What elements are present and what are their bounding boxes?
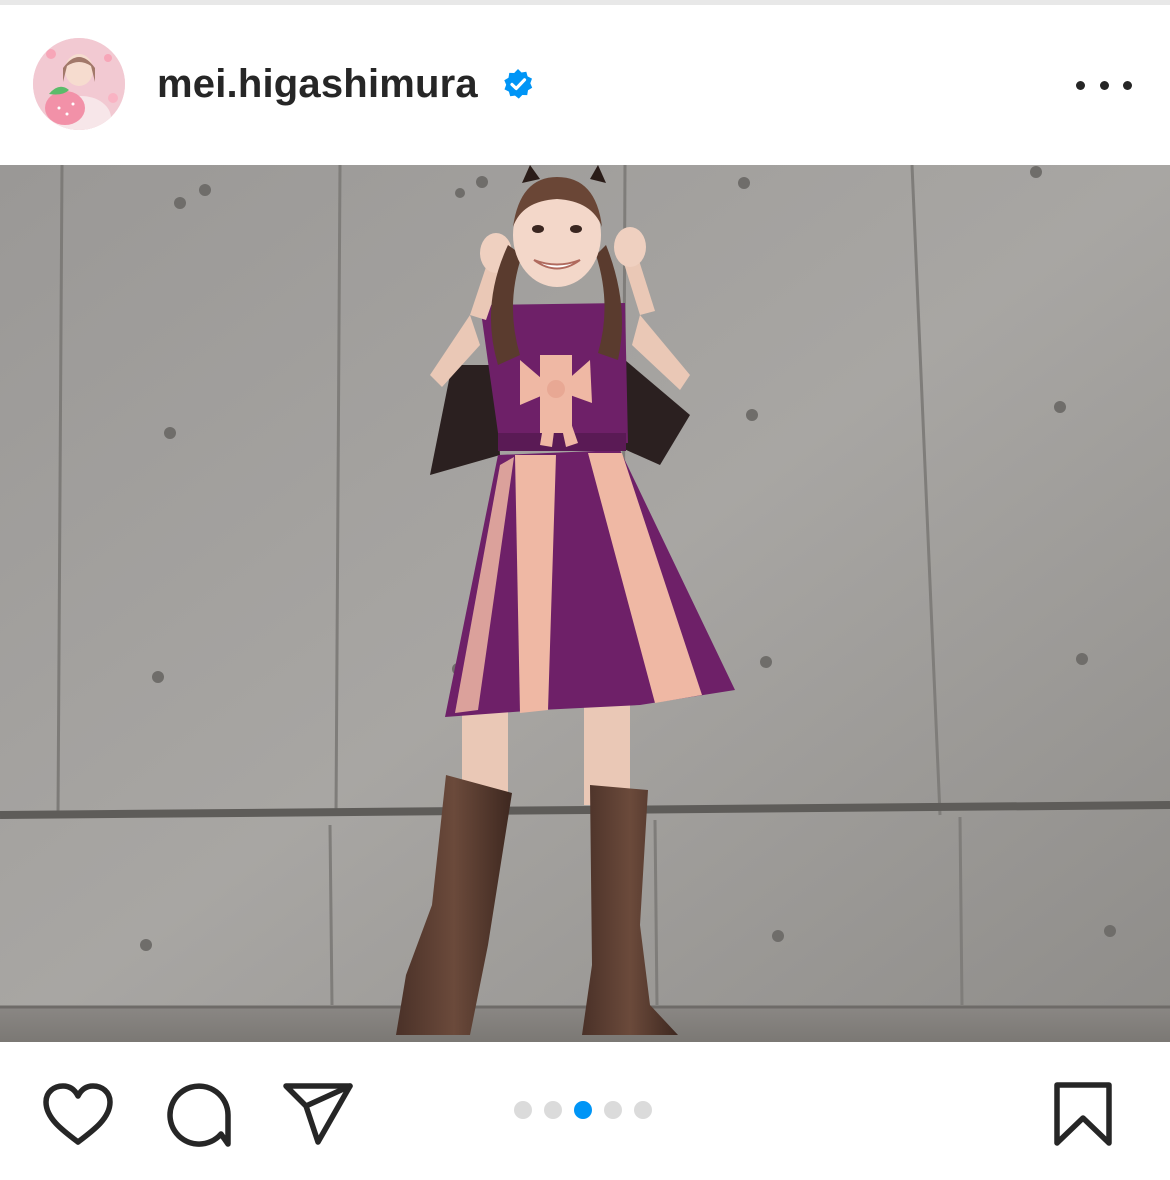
verified-badge-icon xyxy=(502,68,534,100)
more-options-button[interactable] xyxy=(1076,65,1132,105)
carousel-dots xyxy=(514,1101,652,1119)
action-bar xyxy=(0,1042,1170,1180)
post-header: mei.higashimura xyxy=(0,5,1170,165)
save-button[interactable] xyxy=(1052,1080,1114,1148)
profile-avatar[interactable] xyxy=(33,38,125,130)
like-button[interactable] xyxy=(42,1082,114,1148)
carousel-dot[interactable] xyxy=(604,1101,622,1119)
heart-icon xyxy=(43,1083,113,1145)
bookmark-icon xyxy=(1054,1082,1112,1146)
more-options-icon xyxy=(1123,80,1132,90)
paper-plane-icon xyxy=(283,1083,353,1145)
carousel-dot[interactable] xyxy=(514,1101,532,1119)
instagram-post: mei.higashimura xyxy=(0,0,1170,1180)
share-button[interactable] xyxy=(282,1082,354,1146)
carousel-dot[interactable] xyxy=(544,1101,562,1119)
carousel-dot-active[interactable] xyxy=(574,1101,592,1119)
username[interactable]: mei.higashimura xyxy=(157,60,478,108)
more-options-icon xyxy=(1099,80,1109,90)
carousel-dot[interactable] xyxy=(634,1101,652,1119)
post-photo[interactable] xyxy=(0,165,1170,1042)
more-options-icon xyxy=(1076,80,1085,90)
comment-button[interactable] xyxy=(164,1080,234,1150)
comment-bubble-icon xyxy=(167,1083,231,1147)
